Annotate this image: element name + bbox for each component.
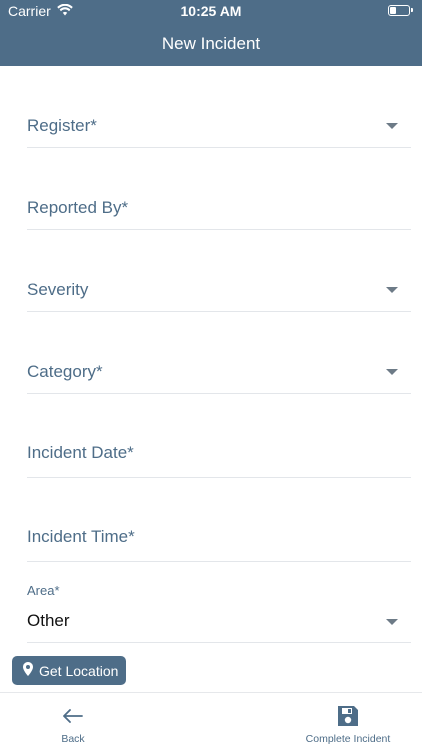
dropdown-caret-icon	[386, 369, 398, 375]
status-bar: Carrier 10:25 AM	[0, 0, 422, 22]
incident-time-label: Incident Time*	[27, 527, 135, 546]
back-button[interactable]: Back	[48, 693, 98, 750]
category-select[interactable]: Category*	[27, 350, 411, 394]
register-label: Register*	[27, 116, 97, 135]
register-select[interactable]: Register*	[27, 104, 411, 148]
arrow-left-icon	[63, 703, 83, 729]
complete-incident-label: Complete Incident	[305, 733, 391, 745]
get-location-button[interactable]: Get Location	[12, 656, 126, 685]
dropdown-caret-icon	[386, 287, 398, 293]
severity-label: Severity	[27, 280, 89, 299]
dropdown-caret-icon	[386, 619, 398, 625]
page-title: New Incident	[161, 34, 261, 53]
incident-date-field[interactable]: Incident Date*	[27, 432, 411, 478]
save-icon	[336, 703, 360, 729]
area-label: Area*	[27, 583, 60, 598]
location-pin-icon	[23, 662, 33, 679]
battery-icon	[388, 5, 413, 16]
area-value: Other	[27, 611, 70, 630]
area-select[interactable]: Area* Other	[27, 583, 411, 643]
nav-bar: New Incident	[0, 22, 422, 66]
severity-select[interactable]: Severity	[27, 268, 411, 312]
incident-date-label: Incident Date*	[27, 443, 134, 462]
status-time: 10:25 AM	[180, 3, 242, 19]
reported-by-field[interactable]: Reported By*	[27, 186, 411, 230]
category-label: Category*	[27, 362, 103, 381]
get-location-label: Get Location	[39, 662, 119, 679]
reported-by-label: Reported By*	[27, 198, 129, 217]
incident-time-field[interactable]: Incident Time*	[27, 516, 411, 562]
battery-level	[390, 7, 396, 14]
back-label: Back	[61, 733, 85, 745]
bottom-toolbar: Back Complete Incident	[0, 692, 422, 750]
complete-incident-button[interactable]: Complete Incident	[298, 693, 398, 750]
dropdown-caret-icon	[386, 123, 398, 129]
